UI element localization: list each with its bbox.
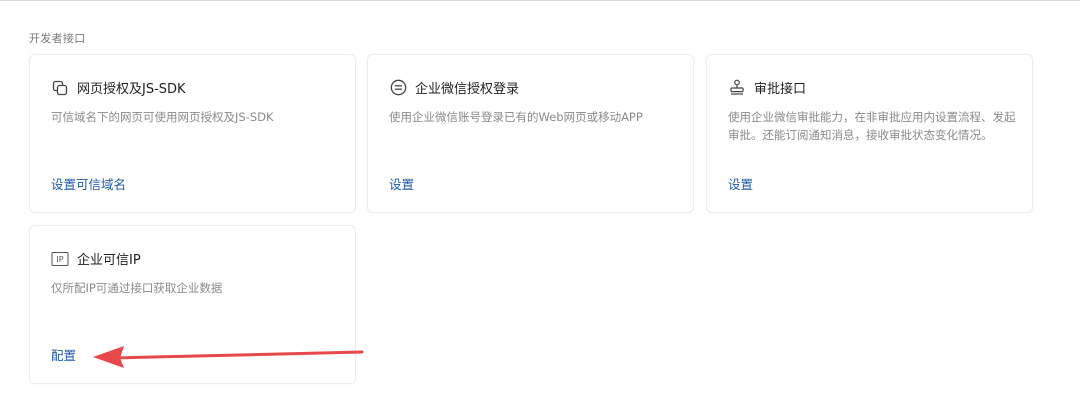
- configure-link[interactable]: 配置: [51, 345, 76, 364]
- set-trusted-domain-link[interactable]: 设置可信域名: [51, 174, 126, 193]
- settings-link[interactable]: 设置: [389, 174, 414, 193]
- stamp-icon: [728, 79, 746, 97]
- card-header: 网页授权及JS-SDK: [51, 78, 186, 97]
- card-header: 企业微信授权登录: [389, 78, 519, 97]
- card-header: 审批接口: [728, 78, 806, 97]
- card-description: 可信域名下的网页可使用网页授权及JS-SDK: [51, 110, 274, 124]
- developer-interface-page: 开发者接口 网页授权及JS-SDK 可信域名下的网页可使用网页授权及JS-SDK…: [0, 0, 1080, 397]
- section-title: 开发者接口: [29, 32, 86, 45]
- ip-icon: IP: [51, 250, 69, 268]
- card-header: IP 企业可信IP: [51, 249, 141, 268]
- card-description: 使用企业微信审批能力，在非审批应用内设置流程、发起审批。还能订阅通知消息，接收审…: [728, 110, 1016, 142]
- card-approval-interface: 审批接口 使用企业微信审批能力，在非审批应用内设置流程、发起审批。还能订阅通知消…: [706, 54, 1033, 213]
- copy-icon: [51, 79, 69, 97]
- svg-text:IP: IP: [56, 255, 63, 264]
- card-title: 企业微信授权登录: [415, 82, 520, 97]
- annotation-arrow-icon: [93, 346, 364, 368]
- card-web-auth-jssdk: 网页授权及JS-SDK 可信域名下的网页可使用网页授权及JS-SDK 设置可信域…: [29, 54, 356, 213]
- login-icon: [389, 79, 407, 97]
- card-title: 审批接口: [754, 82, 807, 97]
- card-description: 仅所配IP可通过接口获取企业数据: [51, 281, 223, 295]
- card-description: 使用企业微信账号登录已有的Web网页或移动APP: [389, 110, 643, 124]
- settings-link[interactable]: 设置: [728, 174, 753, 193]
- card-title: 企业可信IP: [77, 253, 141, 268]
- card-title: 网页授权及JS-SDK: [77, 82, 186, 97]
- card-wecom-auth-login: 企业微信授权登录 使用企业微信账号登录已有的Web网页或移动APP 设置: [367, 54, 694, 213]
